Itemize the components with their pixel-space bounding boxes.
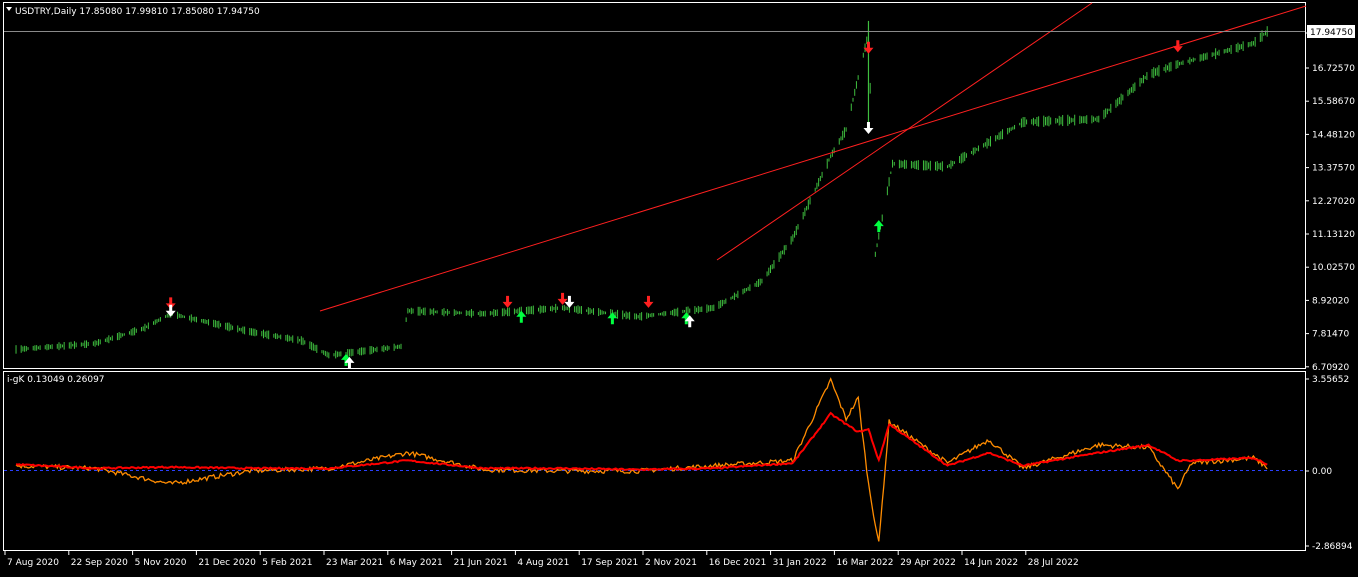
- price-panel-frame: [3, 2, 1306, 369]
- time-axis-label: 21 Jun 2021: [454, 558, 508, 568]
- price-axis-label: 6.70920: [1312, 363, 1349, 373]
- sell-arrow-icon: [502, 295, 513, 308]
- igk-series-1-line: [15, 377, 1268, 542]
- indicator-axis-label: 0.00: [1312, 467, 1332, 477]
- chart-window[interactable]: USDTRY,Daily 17.85080 17.99810 17.85080 …: [0, 0, 1358, 573]
- trendlines[interactable]: [319, 2, 1307, 312]
- price-axis-label: 11.13120: [1312, 230, 1355, 240]
- indicator-axis[interactable]: 3.55652 0.00 -2.86894: [1305, 375, 1353, 552]
- time-axis-label: 23 Mar 2021: [326, 558, 383, 568]
- price-axis-label: 10.02570: [1312, 263, 1355, 273]
- indicator-axis-label: -2.86894: [1312, 542, 1353, 552]
- indicator-panel-header: i-gK 0.13049 0.26097: [7, 375, 105, 385]
- time-axis[interactable]: 7 Aug 2020 22 Sep 2020 5 Nov 2020 21 Dec 20…: [4, 551, 1079, 568]
- time-axis-label: 4 Aug 2021: [517, 558, 569, 568]
- igk-series-2-line: [15, 411, 1268, 472]
- time-axis-label: 2 Nov 2021: [645, 558, 697, 568]
- time-axis-label: 7 Aug 2020: [7, 558, 59, 568]
- time-axis-label: 5 Feb 2021: [262, 558, 312, 568]
- price-axis-label: 14.48120: [1312, 130, 1355, 140]
- price-axis-label: 8.92020: [1312, 296, 1349, 306]
- time-axis-label: 5 Nov 2020: [135, 558, 187, 568]
- symbol-dropdown-icon[interactable]: [6, 7, 12, 11]
- time-axis-label: 29 Apr 2022: [900, 558, 956, 568]
- trendline-long[interactable]: [319, 5, 1307, 312]
- time-axis-label: 16 Dec 2021: [709, 558, 767, 568]
- price-axis-label: 15.58670: [1312, 97, 1355, 107]
- current-price-label: 17.94750: [1310, 28, 1353, 38]
- price-panel-header: USDTRY,Daily 17.85080 17.99810 17.85080 …: [15, 7, 260, 17]
- trendline-steep[interactable]: [716, 2, 1093, 261]
- time-axis-label: 28 Jul 2022: [1028, 558, 1079, 568]
- price-candles: [15, 20, 1268, 359]
- price-axis-label: 7.81470: [1312, 330, 1349, 340]
- sell-arrow-icon: [643, 295, 654, 308]
- price-axis-label: 13.37570: [1312, 164, 1355, 174]
- time-axis-label: 31 Jan 2022: [773, 558, 827, 568]
- indicator-panel-frame: [3, 371, 1306, 551]
- signal-arrows: [165, 40, 1183, 369]
- time-axis-label: 17 Sep 2021: [581, 558, 638, 568]
- buy-arrow-icon: [873, 220, 884, 233]
- sell-arrow-icon: [564, 295, 575, 308]
- price-axis[interactable]: 17.94750 16.72570 15.58670 14.48120 13.37570…: [1305, 25, 1355, 373]
- time-axis-label: 16 Mar 2022: [836, 558, 893, 568]
- price-axis-label: 16.72570: [1312, 64, 1355, 74]
- time-axis-label: 6 May 2021: [390, 558, 443, 568]
- price-axis-label: 12.27020: [1312, 197, 1355, 207]
- sell-arrow-icon: [1172, 40, 1183, 53]
- time-axis-label: 14 Jun 2022: [964, 558, 1018, 568]
- indicator-axis-label: 3.55652: [1312, 375, 1349, 385]
- time-axis-label: 22 Sep 2020: [71, 558, 128, 568]
- sell-arrow-icon: [863, 121, 874, 134]
- time-axis-label: 21 Dec 2020: [198, 558, 256, 568]
- chart-canvas[interactable]: USDTRY,Daily 17.85080 17.99810 17.85080 …: [0, 0, 1358, 573]
